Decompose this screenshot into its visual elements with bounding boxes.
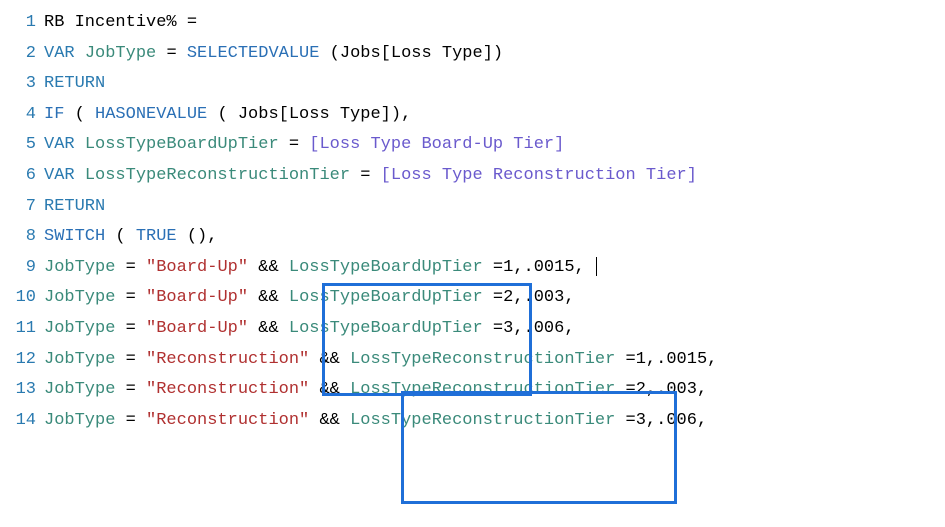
line-number: 13 — [8, 375, 36, 406]
variable-name: LossTypeBoardUpTier — [289, 288, 483, 307]
code-token: =1,.0015, — [626, 350, 718, 369]
code-token: RB Incentive% = — [44, 13, 197, 32]
variable-name: LossTypeBoardUpTier — [289, 258, 483, 277]
variable-name: LossTypeReconstructionTier — [350, 380, 615, 399]
string-literal: "Board-Up" — [146, 288, 248, 307]
line-number: 12 — [8, 345, 36, 376]
keyword: RETURN — [44, 74, 105, 93]
variable-name: LossTypeBoardUpTier — [289, 319, 483, 338]
code-line: 13 JobType = "Reconstruction" && LossTyp… — [8, 375, 937, 406]
code-line: 4 IF ( HASONEVALUE ( Jobs[Loss Type]), — [8, 100, 937, 131]
code-token: && — [258, 288, 278, 307]
code-line: 8 SWITCH ( TRUE (), — [8, 222, 937, 253]
line-number: 11 — [8, 314, 36, 345]
line-number: 2 — [8, 39, 36, 70]
line-number: 9 — [8, 253, 36, 284]
keyword: VAR — [44, 44, 75, 63]
code-token: =1,.0015, — [493, 258, 585, 277]
line-number: 1 — [8, 8, 36, 39]
code-token: = — [126, 258, 146, 277]
string-literal: "Reconstruction" — [146, 380, 309, 399]
code-token: && — [319, 411, 339, 430]
string-literal: "Board-Up" — [146, 319, 248, 338]
keyword: VAR — [44, 135, 75, 154]
string-literal: "Reconstruction" — [146, 350, 309, 369]
variable-name: LossTypeReconstructionTier — [350, 350, 615, 369]
code-token: =2,.003, — [493, 288, 575, 307]
code-token: && — [258, 319, 278, 338]
code-token: =3,.006, — [493, 319, 575, 338]
code-token: && — [319, 380, 339, 399]
variable-name: LossTypeReconstructionTier — [85, 166, 350, 185]
code-token: = — [126, 288, 146, 307]
function-name: SELECTEDVALUE — [187, 44, 320, 63]
variable-name: JobType — [44, 411, 115, 430]
variable-name: JobType — [44, 319, 115, 338]
code-token: && — [319, 350, 339, 369]
string-literal: "Reconstruction" — [146, 411, 309, 430]
line-number: 6 — [8, 161, 36, 192]
string-literal: "Board-Up" — [146, 258, 248, 277]
variable-name: JobType — [44, 380, 115, 399]
code-token: = — [126, 411, 146, 430]
code-line: 1 RB Incentive% = — [8, 8, 937, 39]
code-token: = — [289, 135, 309, 154]
code-token: = — [126, 319, 146, 338]
variable-name: JobType — [44, 350, 115, 369]
function-name: TRUE — [136, 227, 177, 246]
code-token: = — [360, 166, 380, 185]
measure-ref: [Loss Type Reconstruction Tier] — [381, 166, 697, 185]
code-line: 2 VAR JobType = SELECTEDVALUE (Jobs[Loss… — [8, 39, 937, 70]
variable-name: LossTypeReconstructionTier — [350, 411, 615, 430]
line-number: 10 — [8, 283, 36, 314]
code-line: 11 JobType = "Board-Up" && LossTypeBoard… — [8, 314, 937, 345]
code-line: 14 JobType = "Reconstruction" && LossTyp… — [8, 406, 937, 437]
line-number: 14 — [8, 406, 36, 437]
code-line: 5 VAR LossTypeBoardUpTier = [Loss Type B… — [8, 130, 937, 161]
code-editor[interactable]: 1 RB Incentive% = 2 VAR JobType = SELECT… — [8, 8, 937, 436]
variable-name: JobType — [85, 44, 156, 63]
function-name: SWITCH — [44, 227, 105, 246]
line-number: 3 — [8, 69, 36, 100]
line-number: 7 — [8, 192, 36, 223]
code-token: = — [166, 44, 186, 63]
code-token: ( Jobs[Loss Type]), — [217, 105, 411, 124]
function-name: IF — [44, 105, 64, 124]
code-token: ( — [75, 105, 95, 124]
line-number: 4 — [8, 100, 36, 131]
line-number: 8 — [8, 222, 36, 253]
code-line: 7 RETURN — [8, 192, 937, 223]
keyword: VAR — [44, 166, 75, 185]
code-line: 10 JobType = "Board-Up" && LossTypeBoard… — [8, 283, 937, 314]
variable-name: LossTypeBoardUpTier — [85, 135, 279, 154]
function-name: HASONEVALUE — [95, 105, 207, 124]
code-line: 12 JobType = "Reconstruction" && LossTyp… — [8, 345, 937, 376]
line-number: 5 — [8, 130, 36, 161]
code-token: && — [258, 258, 278, 277]
text-cursor — [596, 257, 597, 276]
code-token: = — [126, 350, 146, 369]
code-token: =3,.006, — [626, 411, 708, 430]
keyword: RETURN — [44, 197, 105, 216]
code-token: = — [126, 380, 146, 399]
variable-name: JobType — [44, 288, 115, 307]
code-token: (Jobs[Loss Type]) — [330, 44, 503, 63]
code-token: ( — [115, 227, 135, 246]
measure-ref: [Loss Type Board-Up Tier] — [309, 135, 564, 154]
code-line: 9 JobType = "Board-Up" && LossTypeBoardU… — [8, 253, 937, 284]
code-line: 6 VAR LossTypeReconstructionTier = [Loss… — [8, 161, 937, 192]
variable-name: JobType — [44, 258, 115, 277]
code-line: 3 RETURN — [8, 69, 937, 100]
code-token: (), — [187, 227, 218, 246]
code-token: =2,.003, — [626, 380, 708, 399]
